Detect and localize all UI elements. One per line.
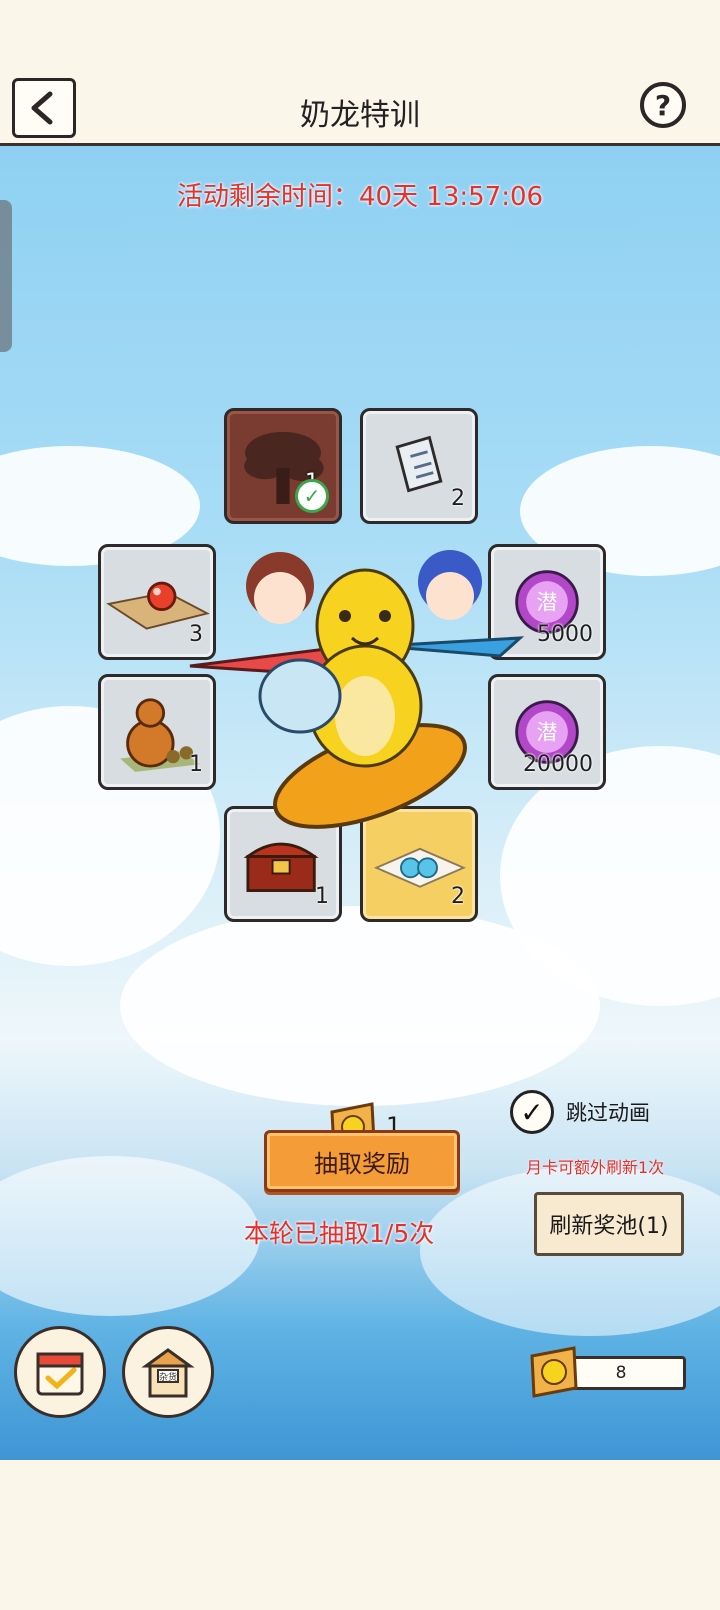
round-progress: 本轮已抽取1/5次 xyxy=(244,1219,435,1248)
draw-reward-button[interactable]: 抽取奖励 xyxy=(264,1130,460,1192)
skip-animation-toggle[interactable]: ✓ 跳过动画 xyxy=(510,1090,650,1134)
checkmark-icon[interactable]: ✓ xyxy=(510,1090,554,1134)
calendar-check-icon xyxy=(36,1352,84,1396)
prize-count: 1 xyxy=(315,884,329,909)
event-timer: 活动剩余时间：40天 13:57:06 xyxy=(176,182,544,212)
help-button[interactable]: ? xyxy=(640,82,686,128)
cloud-decoration xyxy=(120,906,600,1106)
claimed-check-icon: ✓ xyxy=(295,479,329,513)
naolong-surfing-illustration xyxy=(189,550,525,829)
prize-count: 5000 xyxy=(537,622,593,647)
monthly-card-note: 月卡可额外刷新1次 xyxy=(526,1158,665,1177)
event-scene: 活动剩余时间：40天 13:57:06 1 ✓ 2 3 潜 xyxy=(0,146,720,1460)
draw-ticket-icon xyxy=(530,1346,578,1398)
shop-icon: 杂货 xyxy=(141,1348,195,1398)
prize-count: 2 xyxy=(451,486,465,511)
prize-count: 2 xyxy=(451,884,465,909)
top-bar: 奶龙特训 ? xyxy=(0,62,720,146)
shop-sign-text: 杂货 xyxy=(159,1371,177,1383)
side-drawer-handle[interactable] xyxy=(0,200,12,352)
prize-cell-scroll[interactable]: 2 xyxy=(360,408,478,524)
skip-animation-label: 跳过动画 xyxy=(566,1101,650,1125)
shop-button[interactable]: 杂货 xyxy=(122,1326,214,1418)
cloud-decoration xyxy=(0,1156,260,1316)
refresh-pool-button[interactable]: 刷新奖池(1) xyxy=(534,1192,684,1256)
calendar-button[interactable] xyxy=(14,1326,106,1418)
page-title: 奶龙特训 xyxy=(300,98,420,133)
prize-cell-tree[interactable]: 1 ✓ xyxy=(224,408,342,524)
question-mark-icon: ? xyxy=(654,88,672,122)
